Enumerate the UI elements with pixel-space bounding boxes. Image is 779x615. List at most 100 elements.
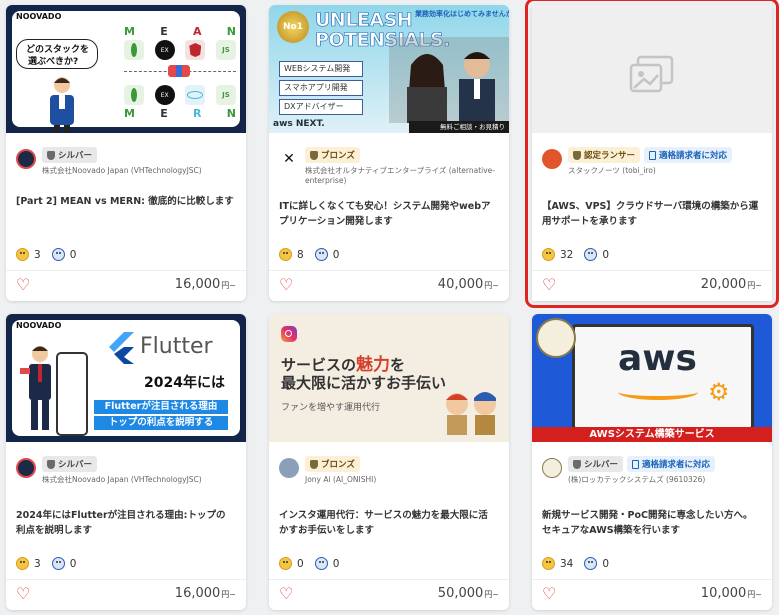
favorite-heart-icon[interactable]: ♡ (542, 586, 556, 602)
service-title[interactable]: ITに詳しくなくても安心！システム開発やwebアプリケーション開発します (279, 199, 497, 229)
medal-icon: No1 (277, 11, 309, 43)
service-card[interactable]: 業務効率化はじめてみませんか? No1 UNLEASH POTENSIALS. … (269, 5, 509, 301)
bad-rating-icon (314, 248, 328, 261)
express-icon: EX (154, 40, 175, 60)
seller-name[interactable]: 株式会社オルタナティブエンタープライズ (alternative-enterpr… (305, 166, 505, 186)
rating-counts: 8 0 (279, 248, 339, 261)
versus-icon (168, 65, 190, 77)
mean-stack-row: M E A N EX JS (124, 25, 236, 60)
bad-rating-icon (314, 557, 328, 570)
corner-text: 業務効率化はじめてみませんか? (415, 10, 509, 18)
price: 40,000円~ (437, 277, 499, 292)
seller-avatar[interactable] (542, 458, 562, 478)
seller-name[interactable]: 株式会社Noovado Japan (VHTechnologyJSC) (42, 166, 202, 176)
price: 16,000円~ (174, 586, 236, 601)
good-rating-count: 3 (34, 248, 41, 261)
tech-logos: aws NEXT. (273, 119, 325, 129)
bad-rating-icon (584, 248, 598, 261)
service-thumbnail[interactable]: サービスの魅力を 最大限に活かすお手伝い ファンを増やす運用代行 (269, 314, 509, 442)
service-card[interactable]: aws ⚙ AWSシステム構築サービス シルバー 適格請求者に対応 (株)ロッカ… (532, 314, 772, 610)
nodejs-icon: JS (215, 85, 236, 105)
banner-text: AWSシステム構築サービス (532, 427, 772, 442)
service-thumbnail[interactable]: NOOVADO Flutter 2024年には Flutterが注目される理由 … (6, 314, 246, 442)
company-emblem-icon (536, 318, 576, 358)
service-card[interactable]: NOOVADO どのスタックを 選ぶべきか? M E A N EX JS EX … (6, 5, 246, 301)
rating-counts: 3 0 (16, 557, 76, 570)
service-card-selected[interactable]: 認定ランサー 適格請求者に対応 スタックノーツ (tobi_iro) 【AWS、… (525, 0, 779, 308)
service-thumbnail[interactable]: NOOVADO どのスタックを 選ぶべきか? M E A N EX JS EX … (6, 5, 246, 133)
thumb-headline-2: 最大限に活かすお手伝い (281, 374, 447, 392)
good-rating-count: 32 (560, 248, 574, 261)
shield-icon (47, 459, 55, 469)
footer-bar: 無料ご相談・お見積り (409, 121, 509, 133)
bad-rating-count: 0 (69, 248, 77, 261)
bad-rating-icon (584, 557, 598, 570)
seller-avatar[interactable] (16, 149, 36, 169)
invoice-badge: 適格請求者に対応 (644, 147, 733, 163)
headline-1: UNLEASH (315, 9, 413, 32)
favorite-heart-icon[interactable]: ♡ (279, 586, 293, 602)
rank-badge: シルバー (568, 456, 624, 472)
characters-illustration (446, 392, 496, 435)
seller-name[interactable]: Jony Ai (AI_ONISHI) (305, 475, 376, 485)
favorite-heart-icon[interactable]: ♡ (279, 277, 293, 293)
document-icon (632, 459, 640, 469)
service-title[interactable]: 2024年にはFlutterが注目される理由:トップの利点を説明します (16, 508, 234, 538)
bad-rating-count: 0 (602, 248, 610, 261)
bad-rating-count: 0 (602, 557, 610, 570)
favorite-heart-icon[interactable]: ♡ (16, 586, 30, 602)
card-divider (6, 270, 246, 271)
shield-icon (310, 459, 318, 469)
rating-counts: 0 0 (279, 557, 339, 570)
express-icon: EX (154, 85, 175, 105)
service-thumbnail[interactable]: aws ⚙ AWSシステム構築サービス (532, 314, 772, 442)
seller-name[interactable]: (株)ロッカテックシステムズ (9610326) (568, 475, 705, 485)
service-title[interactable]: [Part 2] MEAN vs MERN: 徹底的に比較します (16, 194, 234, 209)
thumb-year: 2024年には (144, 375, 225, 391)
good-rating-count: 3 (34, 557, 41, 570)
seller-avatar[interactable] (279, 458, 299, 478)
favorite-heart-icon[interactable]: ♡ (542, 277, 556, 293)
service-thumbnail[interactable]: 業務効率化はじめてみませんか? No1 UNLEASH POTENSIALS. … (269, 5, 509, 133)
good-rating-icon (279, 248, 292, 261)
price: 16,000円~ (174, 277, 236, 292)
shield-icon (310, 150, 318, 160)
aws-smile-icon (618, 384, 698, 400)
brand-logo: NOOVADO (16, 321, 62, 330)
rating-counts: 3 0 (16, 248, 76, 261)
thumb-subtitle: ファンを増やす運用代行 (281, 403, 381, 413)
rank-badge: シルバー (42, 147, 98, 163)
service-title[interactable]: 【AWS、VPS】クラウドサーバ環境の構築から運用サポートを承ります (542, 199, 760, 229)
service-card[interactable]: NOOVADO Flutter 2024年には Flutterが注目される理由 … (6, 314, 246, 610)
card-divider (269, 270, 509, 271)
seller-avatar[interactable] (542, 149, 562, 169)
service-thumbnail-placeholder[interactable] (532, 5, 772, 133)
service-title[interactable]: 新規サービス開発・PoC開発に専念したい方へ。セキュアなAWS構築を行います (542, 508, 760, 538)
react-icon (185, 85, 206, 105)
certified-badge: 認定ランサー (568, 147, 641, 163)
aws-logo-text: aws (618, 338, 697, 379)
rank-badge: ブロンズ (305, 456, 360, 472)
card-divider (6, 579, 246, 580)
mern-stack-row: EX JS M E R N (124, 85, 236, 120)
flutter-logo-icon (109, 332, 134, 364)
rank-badge: シルバー (42, 456, 98, 472)
businessman-illustration (20, 346, 51, 430)
good-rating-icon (16, 557, 29, 570)
phone-mockup (56, 352, 88, 436)
bad-rating-count: 0 (69, 557, 77, 570)
seller-avatar[interactable]: ✕ (279, 149, 299, 169)
price: 50,000円~ (437, 586, 499, 601)
image-placeholder-icon (629, 55, 674, 93)
service-title[interactable]: インスタ運用代行：サービスの魅力を最大限に活かすお手伝いをします (279, 508, 497, 538)
business-people-photo (389, 37, 509, 123)
service-card[interactable]: サービスの魅力を 最大限に活かすお手伝い ファンを増やす運用代行 ブロンズ Jo… (269, 314, 509, 610)
seller-name[interactable]: スタックノーツ (tobi_iro) (568, 166, 656, 176)
thumb-question-2: 選ぶべきか? (28, 57, 79, 67)
nodejs-icon: JS (215, 40, 236, 60)
seller-name[interactable]: 株式会社Noovado Japan (VHTechnologyJSC) (42, 475, 202, 485)
favorite-heart-icon[interactable]: ♡ (16, 277, 30, 293)
seller-avatar[interactable] (16, 458, 36, 478)
price: 10,000円~ (700, 586, 762, 601)
bad-rating-icon (51, 557, 65, 570)
